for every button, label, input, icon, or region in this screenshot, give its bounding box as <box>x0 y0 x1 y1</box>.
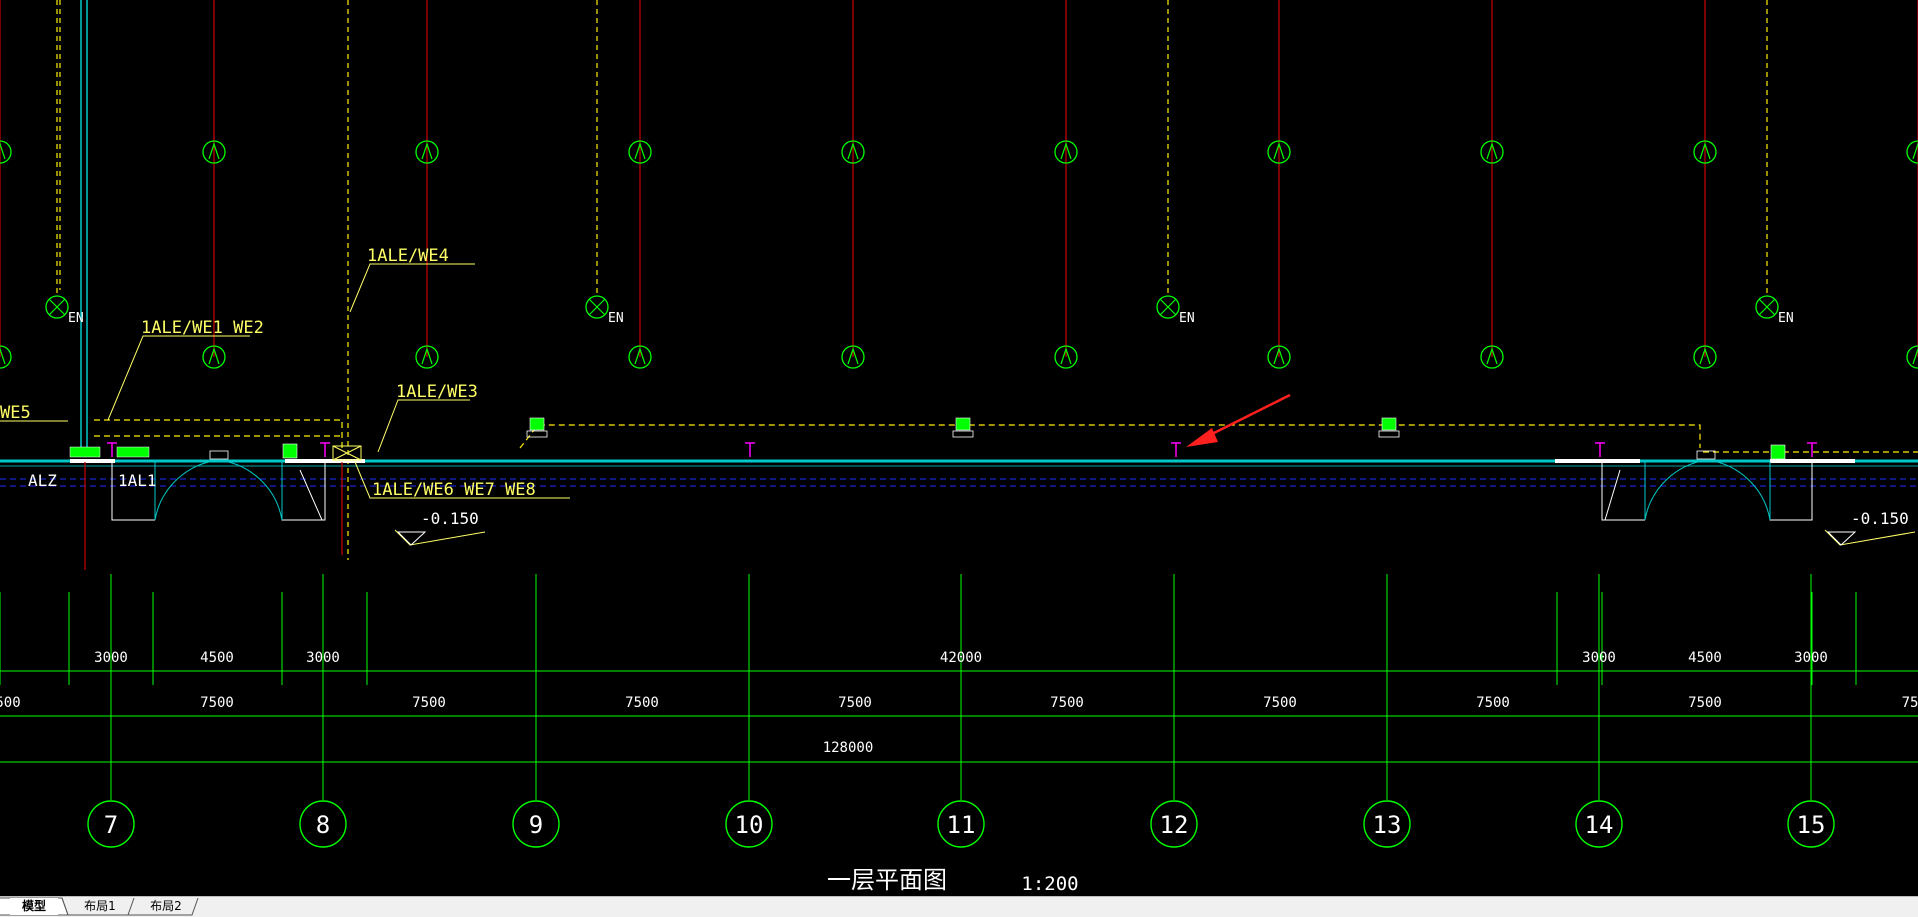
level-mark-left: -0.150 <box>421 509 479 528</box>
dim-text-4500-a: 4500 <box>200 650 234 666</box>
emergency-label-text: EN <box>1778 311 1794 326</box>
axis-number-text: 11 <box>947 811 976 839</box>
dim-text-42000: 42000 <box>940 650 982 666</box>
emergency-label-text: EN <box>68 311 84 326</box>
wall-switch-icon <box>282 443 298 459</box>
dim-text-row2-2: 7500 <box>412 695 446 711</box>
axis-number-text: 7 <box>104 811 118 839</box>
tab-layout-2[interactable]: 布局2 <box>138 898 194 915</box>
level-mark-right: -0.150 <box>1851 509 1909 528</box>
dim-text-3000-a: 3000 <box>94 650 128 666</box>
tab-model[interactable]: 模型 <box>10 898 58 915</box>
axis-number-text: 10 <box>735 811 764 839</box>
dim-text-3000-b: 3000 <box>306 650 340 666</box>
dim-text-total: 128000 <box>823 740 874 756</box>
circuit-label-we6-we7-we8: 1ALE/WE6 WE7 WE8 <box>372 480 536 500</box>
axis-number-text: 15 <box>1797 811 1826 839</box>
dim-text-row2-0: 500 <box>0 695 21 711</box>
dim-text-3000-d: 3000 <box>1794 650 1828 666</box>
axis-number-text: 14 <box>1585 811 1614 839</box>
dim-text-row2-5: 7500 <box>1050 695 1084 711</box>
dim-text-4500-b: 4500 <box>1688 650 1722 666</box>
emergency-label-text: EN <box>1179 311 1195 326</box>
dim-text-row2-4: 7500 <box>838 695 872 711</box>
axis-number-text: 13 <box>1373 811 1402 839</box>
plan-title: 一层平面图 <box>827 866 947 894</box>
plan-scale: 1:200 <box>1021 873 1078 895</box>
tab-layout-1[interactable]: 布局1 <box>72 898 128 915</box>
dim-text-row2-6: 7500 <box>1263 695 1297 711</box>
circuit-label-we3: 1ALE/WE3 <box>396 382 478 402</box>
circuit-label-we1-we2: 1ALE/WE1 WE2 <box>141 318 264 338</box>
emergency-label-text: EN <box>608 311 624 326</box>
axis-number-text: 9 <box>529 811 543 839</box>
dim-text-row2-7: 7500 <box>1476 695 1510 711</box>
wall-switch-icon <box>1770 444 1786 460</box>
circuit-label-we4: 1ALE/WE4 <box>367 246 449 266</box>
axis-number-text: 12 <box>1160 811 1189 839</box>
dim-text-row2-3: 7500 <box>625 695 659 711</box>
dim-text-row2-9: 75 <box>1902 695 1918 711</box>
cad-drawing-canvas[interactable]: WE5 1ALE/WE1 WE2 1ALE/WE4 1ALE/WE3 1ALE/… <box>0 0 1918 896</box>
axis-number-text: 8 <box>316 811 330 839</box>
panel-label-alz: ALZ <box>28 471 57 490</box>
dim-text-3000-c: 3000 <box>1582 650 1616 666</box>
layout-tab-bar: 模型 布局1 布局2 <box>0 896 1918 917</box>
panel-label-al1: 1AL1 <box>118 471 157 490</box>
dim-text-row2-1: 7500 <box>200 695 234 711</box>
dim-text-row2-8: 7500 <box>1688 695 1722 711</box>
circuit-label-we5: WE5 <box>0 403 31 423</box>
